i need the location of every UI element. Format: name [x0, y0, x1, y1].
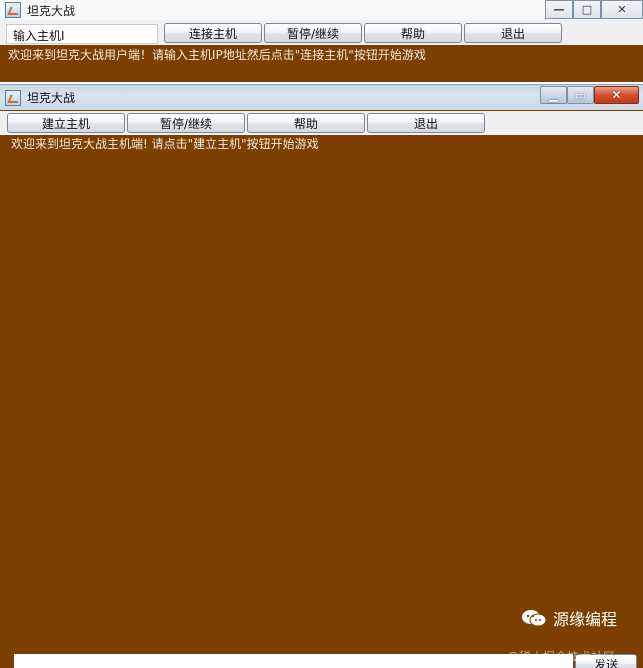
pause-resume-button[interactable]: 暂停/继续: [127, 113, 245, 133]
server-caption-buttons: ▁ ▭ ✕: [540, 86, 639, 104]
client-window-title: 坦克大战: [27, 3, 76, 18]
server-window: 坦克大战 ▁ ▭ ✕ 建立主机 暂停/继续 帮助 退出 欢迎来到坦克大战主机端!…: [0, 84, 643, 668]
desktop: 坦克大战 — □ ✕ 输入主机I 连接主机 暂停/继续 帮助 退出 欢迎来到坦克…: [0, 0, 643, 668]
wechat-icon: [521, 610, 547, 627]
exit-button[interactable]: 退出: [367, 113, 485, 133]
host-ip-input[interactable]: 输入主机I: [6, 24, 158, 44]
server-welcome-message: 欢迎来到坦克大战主机端! 请点击"建立主机"按钮开始游戏: [11, 137, 319, 151]
minimize-icon[interactable]: —: [545, 0, 573, 19]
chat-input[interactable]: [14, 654, 573, 668]
connect-host-button[interactable]: 连接主机: [164, 23, 262, 43]
close-icon[interactable]: ✕: [594, 86, 639, 104]
maximize-icon[interactable]: □: [573, 0, 601, 19]
client-toolbar: 输入主机I 连接主机 暂停/继续 帮助 退出: [0, 23, 643, 45]
help-button[interactable]: 帮助: [364, 23, 462, 43]
client-welcome-message: 欢迎来到坦克大战用户端！请输入主机IP地址然后点击"连接主机"按钮开始游戏: [8, 48, 426, 62]
pause-resume-button[interactable]: 暂停/继续: [264, 23, 362, 43]
exit-button[interactable]: 退出: [464, 23, 562, 43]
watermark: 源缘编程: [521, 606, 617, 630]
watermark-subtitle: @稀土掘金技术社区: [506, 650, 615, 664]
server-titlebar[interactable]: 坦克大战 ▁ ▭ ✕: [0, 84, 643, 110]
client-titlebar[interactable]: 坦克大战 — □ ✕: [0, 0, 643, 20]
java-cup-icon: [5, 89, 21, 106]
watermark-brand: 源缘编程: [552, 610, 617, 629]
server-window-title: 坦克大战: [27, 91, 76, 105]
client-window: 坦克大战 — □ ✕ 输入主机I 连接主机 暂停/继续 帮助 退出 欢迎来到坦克…: [0, 0, 643, 82]
minimize-icon[interactable]: ▁: [540, 86, 567, 104]
help-button[interactable]: 帮助: [247, 113, 365, 133]
java-cup-icon: [5, 2, 21, 18]
maximize-icon[interactable]: ▭: [567, 86, 594, 104]
server-toolbar: 建立主机 暂停/继续 帮助 退出: [0, 111, 643, 135]
close-icon[interactable]: ✕: [601, 0, 643, 19]
client-caption-buttons: — □ ✕: [545, 0, 643, 19]
create-host-button[interactable]: 建立主机: [7, 113, 125, 133]
server-game-canvas[interactable]: 欢迎来到坦克大战主机端! 请点击"建立主机"按钮开始游戏 源缘编程: [6, 135, 639, 654]
client-game-canvas[interactable]: 欢迎来到坦克大战用户端！请输入主机IP地址然后点击"连接主机"按钮开始游戏: [0, 45, 643, 82]
